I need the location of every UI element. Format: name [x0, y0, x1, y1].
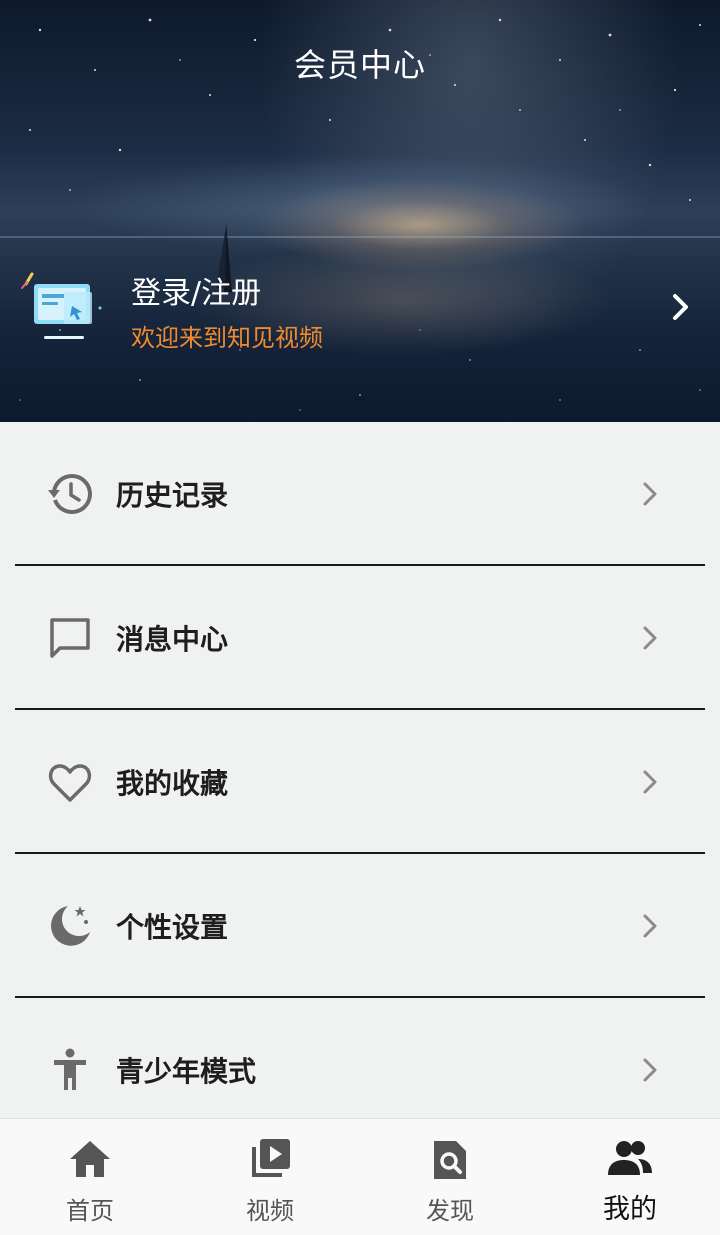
- welcome-subtitle: 欢迎来到知见视频: [131, 324, 323, 352]
- nav-discover[interactable]: 发现: [360, 1119, 540, 1235]
- chevron-right-icon: [643, 770, 657, 794]
- menu-label: 青少年模式: [116, 1055, 257, 1088]
- login-illustration-icon: [21, 272, 102, 339]
- menu-item-personalization[interactable]: 个性设置: [0, 854, 720, 998]
- nav-label: 发现: [426, 1197, 474, 1225]
- menu-label: 消息中心: [116, 623, 229, 656]
- member-header: 会员中心 登录/注册 欢迎来到知见视频: [0, 0, 720, 422]
- chevron-right-icon: [643, 626, 657, 650]
- message-icon: [50, 618, 90, 658]
- page-title: 会员中心: [293, 46, 426, 84]
- nav-home[interactable]: 首页: [0, 1119, 180, 1235]
- settings-menu: 历史记录 消息中心 我的收藏 个性设置 青少年模式: [0, 422, 720, 1142]
- nav-label: 视频: [246, 1197, 294, 1225]
- nav-mine[interactable]: 我的: [540, 1119, 720, 1235]
- history-icon: [48, 473, 92, 514]
- nav-label: 我的: [603, 1194, 657, 1225]
- menu-label: 我的收藏: [116, 767, 229, 800]
- menu-label: 个性设置: [116, 911, 229, 944]
- heart-icon: [48, 764, 92, 802]
- moon-icon: [50, 906, 90, 946]
- people-icon: [608, 1141, 652, 1175]
- nav-video[interactable]: 视频: [180, 1119, 360, 1235]
- chevron-right-icon: [643, 1058, 657, 1082]
- menu-label: 历史记录: [116, 479, 229, 512]
- menu-item-messages[interactable]: 消息中心: [0, 566, 720, 710]
- nav-label: 首页: [66, 1197, 114, 1225]
- login-register-label[interactable]: 登录/注册: [131, 268, 261, 312]
- home-icon: [70, 1141, 110, 1177]
- video-library-icon: [252, 1139, 290, 1177]
- bottom-navigation: 首页 视频 发现 我的: [0, 1118, 720, 1235]
- chevron-right-icon: [643, 482, 657, 506]
- chevron-right-icon[interactable]: [666, 290, 696, 324]
- accessibility-icon: [54, 1048, 86, 1090]
- find-in-page-icon: [434, 1141, 466, 1179]
- chevron-right-icon: [643, 914, 657, 938]
- menu-item-favorites[interactable]: 我的收藏: [0, 710, 720, 854]
- menu-item-history[interactable]: 历史记录: [0, 422, 720, 566]
